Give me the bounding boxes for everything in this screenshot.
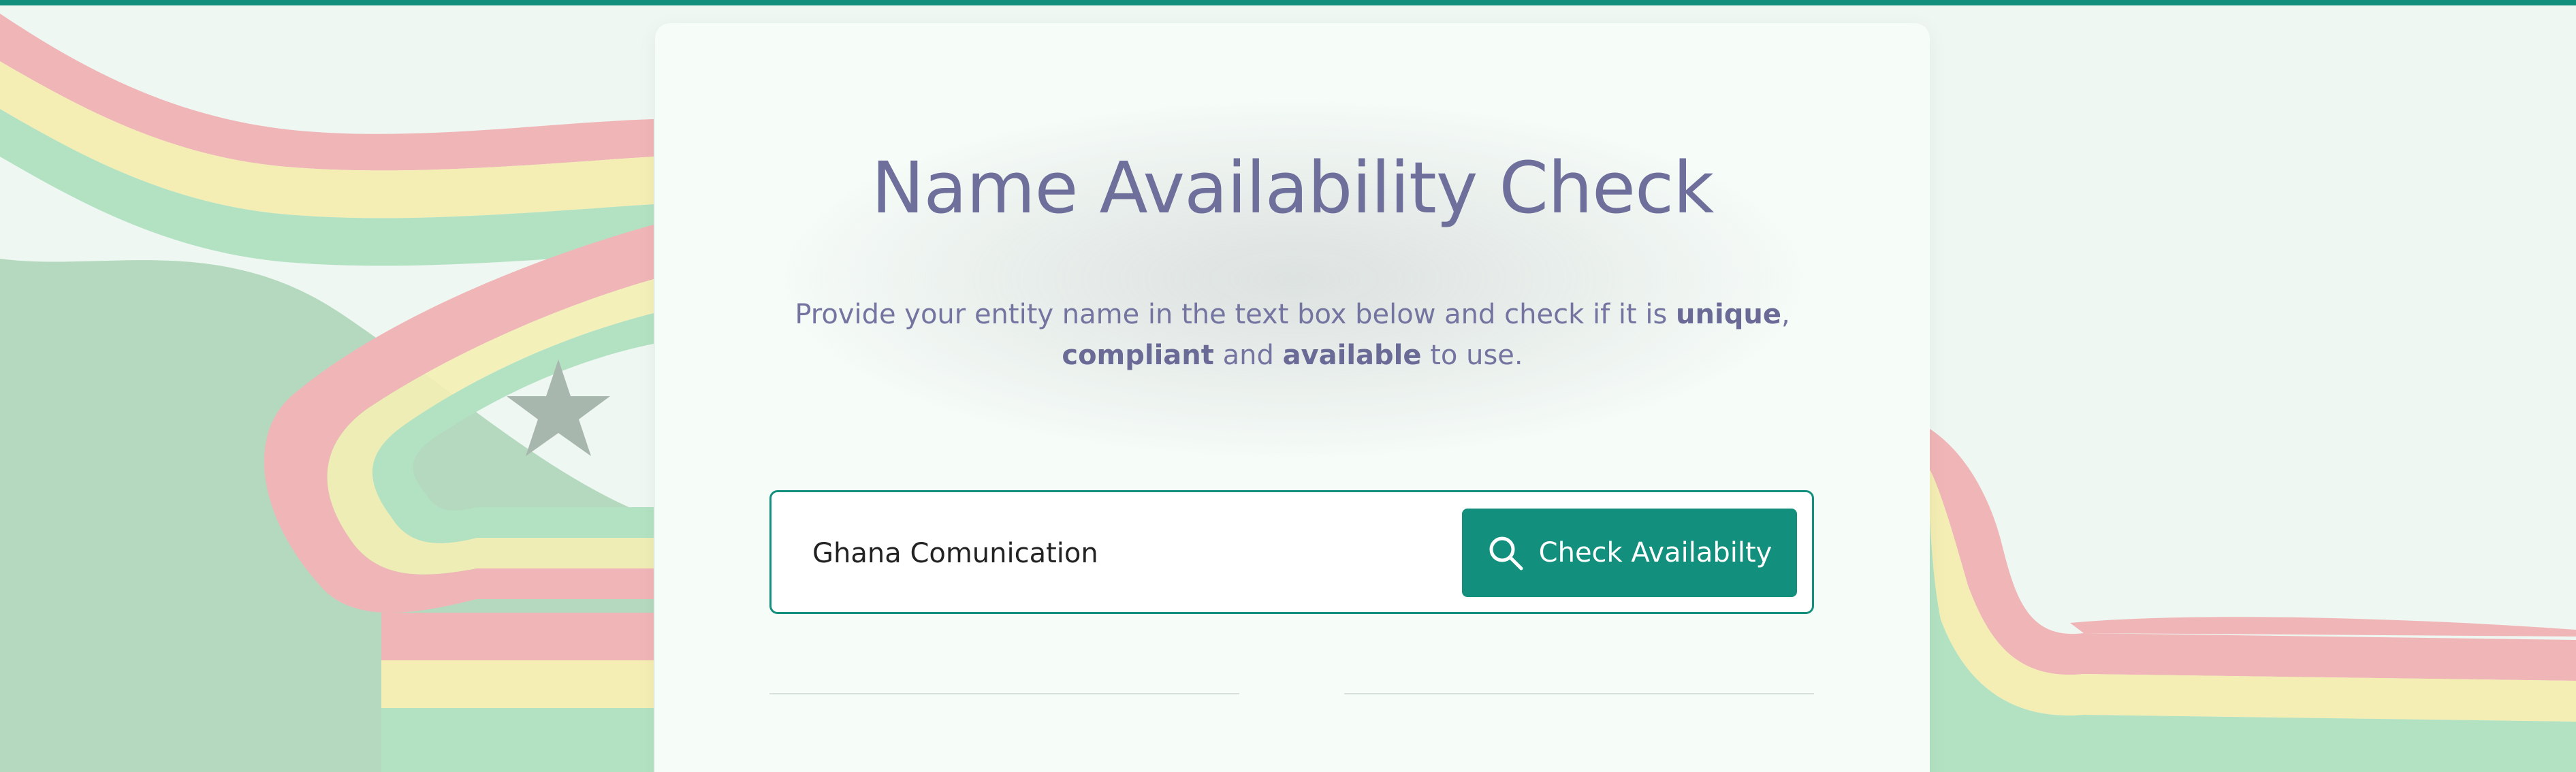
entity-name-input[interactable] <box>812 519 1425 588</box>
top-accent-bar <box>0 0 2576 5</box>
subtitle-text: Provide your entity name in the text box… <box>795 299 1676 330</box>
subtitle-text: , <box>1781 299 1790 330</box>
search-icon <box>1487 534 1524 571</box>
subtitle-text: and <box>1213 340 1283 371</box>
check-availability-label: Check Availabilty <box>1538 537 1772 568</box>
subtitle-emphasis-unique: unique <box>1676 299 1781 330</box>
name-search-box: Check Availabilty <box>769 490 1814 614</box>
page-title: Name Availability Check <box>871 146 1715 229</box>
check-availability-button[interactable]: Check Availabilty <box>1462 509 1797 597</box>
page-subtitle: Provide your entity name in the text box… <box>769 294 1815 376</box>
section-divider-left <box>769 693 1239 694</box>
subtitle-emphasis-available: available <box>1282 340 1422 371</box>
subtitle-emphasis-compliant: compliant <box>1062 340 1214 371</box>
subtitle-text: to use. <box>1421 340 1523 371</box>
section-divider-right <box>1344 693 1814 694</box>
